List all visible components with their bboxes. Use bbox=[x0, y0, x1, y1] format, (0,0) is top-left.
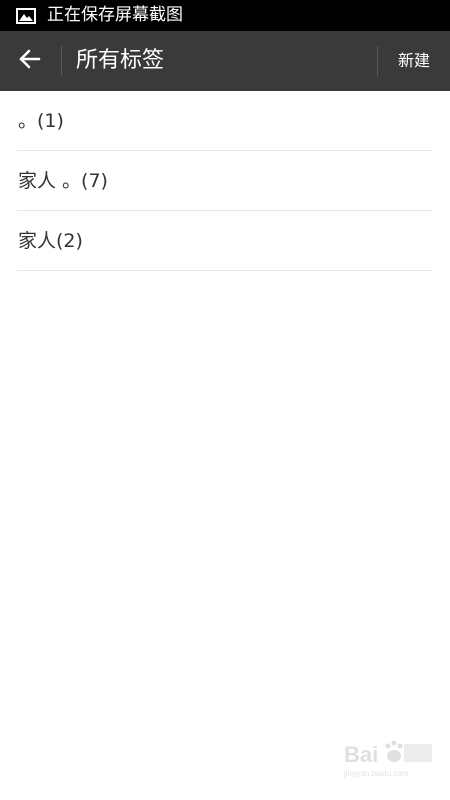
svg-text:jingyan.baidu.com: jingyan.baidu.com bbox=[344, 769, 409, 778]
new-tag-button[interactable]: 新建 bbox=[378, 31, 450, 91]
tag-list-item[interactable]: 家人 。(7) bbox=[17, 151, 433, 211]
image-icon bbox=[16, 7, 36, 24]
status-notification-text: 正在保存屏幕截图 bbox=[47, 5, 183, 25]
tag-list-item[interactable]: 家人(2) bbox=[17, 211, 433, 271]
tag-label: 家人(2) bbox=[18, 230, 83, 252]
tag-list-item[interactable]: 。(1) bbox=[17, 91, 433, 151]
status-bar: 正在保存屏幕截图 bbox=[0, 0, 450, 31]
tag-label: 家人 。(7) bbox=[18, 170, 108, 192]
arrow-left-icon bbox=[18, 47, 42, 75]
tag-label: 。(1) bbox=[18, 110, 64, 132]
app-bar: 所有标签 新建 bbox=[0, 31, 450, 91]
tag-list: 。(1) 家人 。(7) 家人(2) bbox=[0, 91, 450, 271]
page-title: 所有标签 bbox=[76, 48, 165, 73]
svg-text:Bai: Bai bbox=[344, 742, 378, 767]
divider bbox=[61, 46, 62, 76]
baidu-watermark: Bai jingyan.baidu.com bbox=[343, 732, 436, 780]
back-button[interactable] bbox=[8, 39, 52, 83]
